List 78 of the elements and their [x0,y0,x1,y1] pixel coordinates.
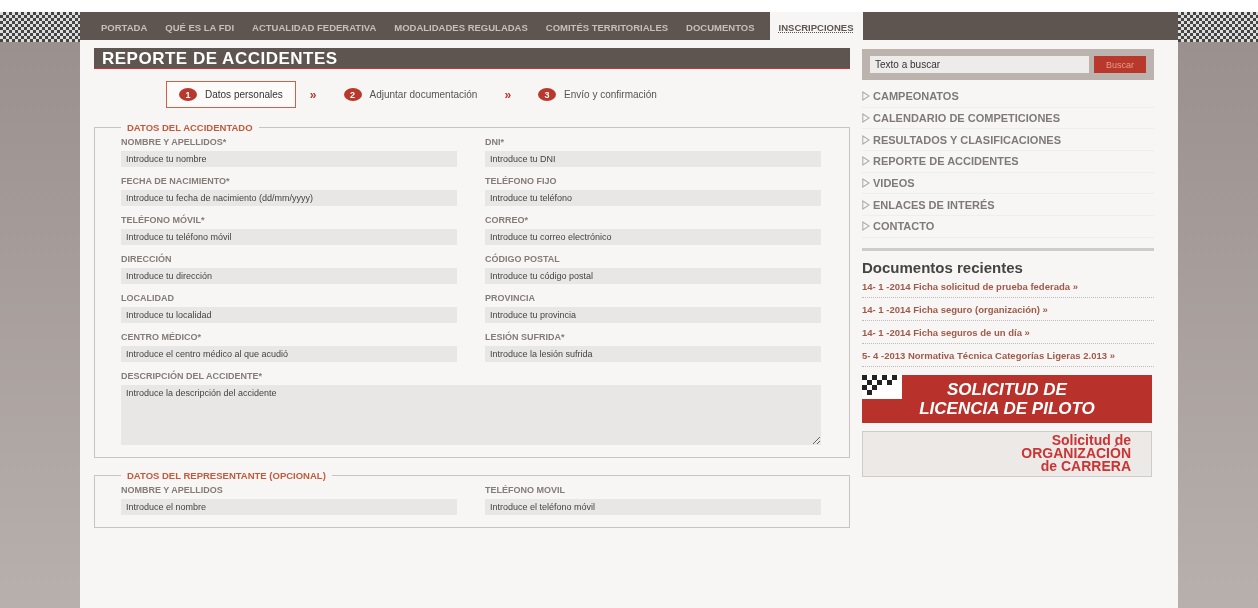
wizard-step[interactable]: 1 Datos personales [166,81,296,108]
input-field[interactable]: Introduce tu DNI [485,151,821,167]
triangle-icon [862,178,870,189]
step-label: Datos personales [205,89,283,100]
banner-text: SOLICITUD DE [947,379,1067,399]
document-link[interactable]: 5- 4 -2013 Normativa Técnica Categorías Ligeras 2.013 » [862,347,1154,367]
banner-text: de CARRERA [1040,460,1131,474]
sidebar-menu-link[interactable]: REPORTE DE ACCIDENTES [873,155,1019,168]
page-title: REPORTE DE ACCIDENTES [94,48,850,69]
input-field[interactable]: Introduce tu código postal [485,268,821,284]
triangle-icon [862,156,870,167]
input-field[interactable]: Introduce tu dirección [121,268,457,284]
input-field[interactable]: Introduce tu nombre [121,151,457,167]
section-legend: DATOS DEL REPRESENTANTE (OPCIONAL) [121,470,332,481]
nav-tab[interactable]: DOCUMENTOS [677,12,764,40]
section-heading: Documentos recientes [862,258,1024,276]
field-label: CÓDIGO POSTAL [485,254,561,264]
triangle-icon [862,91,870,102]
field-label: CORREO* [485,215,529,225]
input-field[interactable]: Introduce tu teléfono [485,190,821,206]
input-field[interactable]: Introduce el nombre [121,499,457,515]
step-separator: » [309,87,317,102]
organization-banner[interactable]: Solicitud de ORGANIZACIÓN de CARRERA [862,430,1152,477]
input-field[interactable]: Introduce la lesión sufrida [485,346,821,362]
triangle-icon [862,134,870,145]
sidebar-menu-link[interactable]: RESULTADOS Y CLASIFICACIONES [873,133,1062,146]
input-field[interactable]: Introduce tu localidad [121,307,457,323]
nav-tab[interactable]: MODALIDADES REGULADAS [385,12,537,40]
nav-tab[interactable]: PORTADA [92,12,157,40]
input-field[interactable]: Introduce tu correo electrónico [485,229,821,245]
step-number: 2 [343,88,362,101]
field-label: DESCRIPCIÓN DEL ACCIDENTE* [121,371,264,381]
field-label: LESIÓN SUFRIDA* [485,332,566,342]
sidebar-menu-link[interactable]: CAMPEONATOS [873,90,959,103]
wizard-step[interactable]: 3 Envío y confirmación [525,81,670,108]
triangle-icon [862,113,870,124]
step-number: 1 [179,88,197,101]
section-legend: DATOS DEL ACCIDENTADO [121,122,259,133]
field-label: TELÉFONO FIJO [485,176,558,186]
sidebar-menu-link[interactable]: CALENDARIO DE COMPETICIONES [873,112,1060,125]
input-field[interactable]: Introduce tu teléfono móvil [121,229,457,245]
field-label: CENTRO MÉDICO* [121,332,202,342]
nav-tab[interactable]: ACTUALIDAD FEDERATIVA [243,12,386,40]
nav-tab[interactable]: QUÉ ES LA FDI [156,12,244,40]
description-textarea[interactable]: Introduce la descripción del accidente [121,385,821,445]
step-number: 3 [538,88,557,101]
sidebar-menu-link[interactable]: VIDEOS [873,177,915,190]
input-field[interactable]: Introduce tu provincia [485,307,821,323]
search-field[interactable]: Texto a buscar [870,56,1089,73]
nav-tab[interactable]: COMITÉS TERRITORIALES [536,12,678,40]
document-link[interactable]: 14- 1 -2014 Ficha seguro (organización) » [862,301,1154,321]
field-label: FECHA DE NACIMIENTO* [121,176,231,186]
field-label: LOCALIDAD [121,293,175,303]
wizard-step[interactable]: 2 Adjuntar documentación [330,81,491,108]
field-label: DIRECCIÓN [121,254,173,264]
document-link[interactable]: 14- 1 -2014 Ficha solicitud de prueba federada » [862,278,1154,298]
step-label: Adjuntar documentación [369,89,478,100]
search-button[interactable]: Buscar [1094,56,1146,73]
banner-text: LICENCIA DE PILOTO [919,398,1095,418]
field-label: PROVINCIA [485,293,536,303]
field-label: DNI* [485,137,505,147]
field-label: NOMBRE Y APELLIDOS* [121,137,228,147]
sidebar-menu-link[interactable]: ENLACES DE INTERÉS [873,198,995,211]
step-label: Envío y confirmación [564,89,657,100]
nav-tab[interactable]: INSCRIPCIONES [769,12,863,40]
step-separator: » [504,87,512,102]
document-link[interactable]: 14- 1 -2014 Ficha seguros de un día » [862,324,1154,344]
field-label: TELÉFONO MOVIL [485,485,566,495]
checkered-flag-icon [862,374,902,399]
field-label: NOMBRE Y APELLIDOS [121,485,224,495]
input-field[interactable]: Introduce el teléfono móvil [485,499,821,515]
triangle-icon [862,221,870,232]
input-field[interactable]: Introduce tu fecha de nacimiento (dd/mm/yyyy) [121,190,457,206]
input-field[interactable]: Introduce el centro médico al que acudió [121,346,457,362]
licence-banner[interactable]: SOLICITUD DE LICENCIA DE PILOTO [862,374,1152,423]
sidebar-menu-link[interactable]: CONTACTO [873,220,935,233]
field-label: TELÉFONO MÓVIL* [121,215,206,225]
triangle-icon [862,199,870,210]
